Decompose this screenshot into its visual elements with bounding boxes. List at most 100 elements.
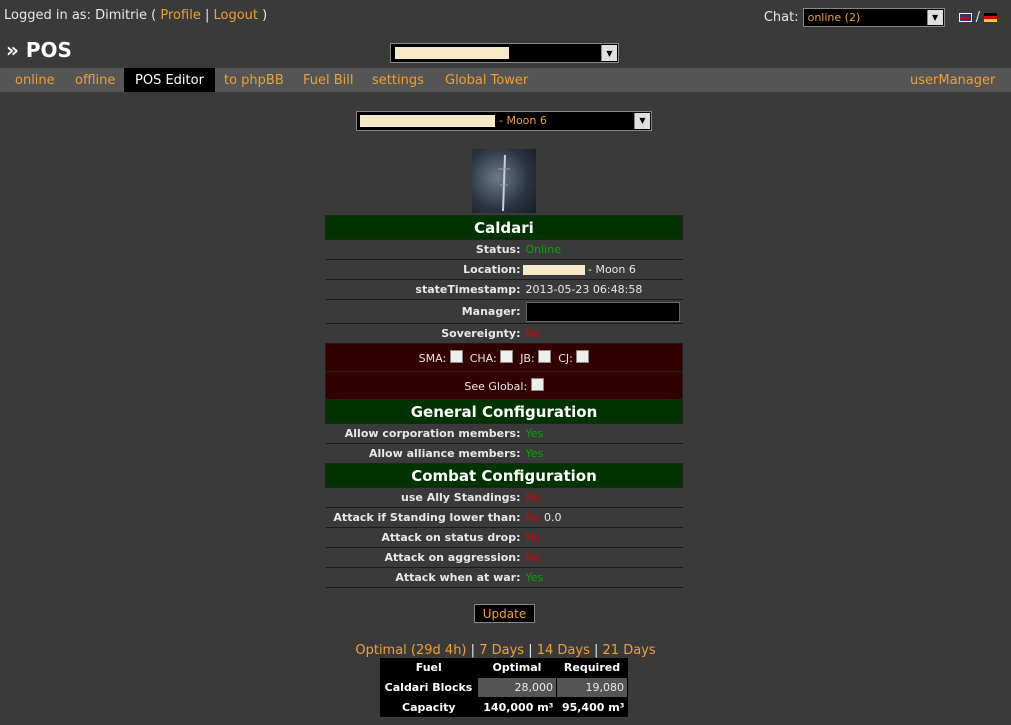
tower-icon bbox=[498, 154, 510, 212]
allow-corp-value: Yes bbox=[525, 427, 544, 440]
manager-label: Manager: bbox=[461, 305, 521, 318]
table-row: Attack if Standing lower than: No 0.0 bbox=[325, 508, 683, 528]
timestamp-value: 2013-05-23 06:48:58 bbox=[525, 283, 643, 296]
fuel-required: 19,080 bbox=[555, 677, 629, 698]
english-flag-icon[interactable] bbox=[958, 13, 972, 22]
status-value: Online bbox=[525, 243, 561, 256]
capacity-label: Capacity bbox=[380, 697, 478, 717]
table-row: Attack on aggression: No bbox=[325, 548, 683, 568]
role-cj-checkbox[interactable] bbox=[576, 350, 590, 363]
roles-row: SMA: CHA: JB: CJ: bbox=[325, 343, 683, 372]
chat-label: Chat: bbox=[763, 10, 799, 25]
14-days-link[interactable]: 14 Days bbox=[537, 643, 590, 658]
tab-pos-editor[interactable]: POS Editor bbox=[124, 68, 215, 92]
chat-area: Chat: online (2) ▼ / bbox=[764, 8, 997, 27]
logout-link[interactable]: Logout bbox=[213, 8, 258, 23]
capacity-required: 95,400 m³ bbox=[556, 697, 628, 717]
role-cj-label: CJ: bbox=[558, 352, 573, 365]
table-row: Status: Online bbox=[325, 240, 683, 260]
allow-alliance-value: Yes bbox=[525, 447, 544, 460]
standing-lower-value: No bbox=[525, 511, 541, 524]
period-separator: | bbox=[528, 643, 533, 658]
war-value: Yes bbox=[525, 571, 544, 584]
tower-details-table: Caldari Status: Online Location: - Moon … bbox=[325, 215, 683, 588]
moon-select-suffix: - Moon 6 bbox=[499, 114, 547, 127]
fuel-header: Fuel bbox=[380, 658, 478, 678]
lang-separator: / bbox=[975, 10, 980, 25]
table-row: Allow alliance members: Yes bbox=[325, 444, 683, 464]
allow-alliance-label: Allow alliance members: bbox=[369, 447, 521, 460]
main-nav: online offline POS Editor to phpBB Fuel … bbox=[0, 68, 1011, 92]
update-button[interactable]: Update bbox=[474, 604, 535, 623]
roles-cell: SMA: CHA: JB: CJ: bbox=[326, 344, 683, 372]
fuel-optimal: 28,000 bbox=[477, 677, 557, 698]
optimal-header: Optimal bbox=[477, 658, 557, 678]
timestamp-label: stateTimestamp: bbox=[415, 283, 521, 296]
table-row: Location: - Moon 6 bbox=[325, 260, 683, 280]
german-flag-icon[interactable] bbox=[984, 13, 997, 22]
page-title: » POS bbox=[6, 38, 72, 62]
table-row: Sovereignty: No bbox=[325, 324, 683, 344]
location-label: Location: bbox=[463, 263, 521, 276]
ally-standings-label: use Ally Standings: bbox=[401, 491, 521, 504]
tab-user-manager[interactable]: userManager bbox=[910, 68, 995, 92]
standing-threshold: 0.0 bbox=[543, 511, 562, 524]
role-cha-checkbox[interactable] bbox=[500, 350, 514, 363]
redacted-value bbox=[522, 265, 585, 275]
manager-cell bbox=[523, 300, 683, 324]
profile-link[interactable]: Profile bbox=[160, 8, 200, 23]
war-label: Attack when at war: bbox=[395, 571, 521, 584]
optimal-link[interactable]: Optimal (29d 4h) bbox=[355, 643, 466, 658]
ally-standings-value: No bbox=[525, 491, 541, 504]
tab-online[interactable]: online bbox=[15, 68, 55, 92]
table-row: Manager: bbox=[325, 300, 683, 324]
table-row: Capacity 140,000 m³ 95,400 m³ bbox=[380, 697, 628, 717]
redacted-value bbox=[395, 47, 509, 59]
location-value: - Moon 6 bbox=[588, 263, 636, 276]
tower-select[interactable]: ▼ bbox=[390, 43, 619, 63]
manager-input[interactable] bbox=[525, 301, 680, 322]
7-days-link[interactable]: 7 Days bbox=[479, 643, 524, 658]
see-global-label: See Global: bbox=[464, 380, 528, 393]
table-row: Caldari Blocks 28,000 19,080 bbox=[380, 677, 629, 698]
role-jb-label: JB: bbox=[520, 352, 535, 365]
moon-select[interactable]: - Moon 6 ▼ bbox=[356, 111, 652, 131]
chevron-down-icon: ▼ bbox=[634, 113, 650, 129]
role-jb-checkbox[interactable] bbox=[538, 350, 552, 363]
period-separator: | bbox=[470, 643, 476, 658]
standing-lower-cell: No 0.0 bbox=[523, 508, 683, 528]
logged-in-text: Logged in as: Dimitrie ( bbox=[4, 8, 157, 23]
table-row: use Ally Standings: No bbox=[325, 488, 683, 508]
role-sma-checkbox[interactable] bbox=[449, 350, 463, 363]
fuel-table: Fuel Optimal Required Caldari Blocks 28,… bbox=[380, 658, 629, 717]
fuel-label: Caldari Blocks bbox=[380, 677, 478, 698]
see-global-checkbox[interactable] bbox=[530, 378, 544, 391]
see-global-row: See Global: bbox=[325, 371, 683, 400]
21-days-link[interactable]: 21 Days bbox=[603, 643, 656, 658]
tab-settings[interactable]: settings bbox=[372, 68, 424, 92]
role-sma-label: SMA: bbox=[418, 352, 447, 365]
race-header: Caldari bbox=[325, 215, 683, 240]
login-info: Logged in as: Dimitrie ( Profile | Logou… bbox=[4, 8, 267, 23]
tab-fuel-bill[interactable]: Fuel Bill bbox=[303, 68, 354, 92]
fuel-period-links: Optimal (29d 4h) | 7 Days | 14 Days | 21… bbox=[0, 643, 1011, 658]
sovereignty-value: No bbox=[525, 327, 541, 340]
role-cha-label: CHA: bbox=[469, 352, 497, 365]
combat-config-header: Combat Configuration bbox=[325, 463, 683, 488]
status-drop-label: Attack on status drop: bbox=[381, 531, 521, 544]
aggression-label: Attack on aggression: bbox=[384, 551, 521, 564]
top-bar: Logged in as: Dimitrie ( Profile | Logou… bbox=[0, 0, 1011, 36]
table-row: Attack on status drop: No bbox=[325, 528, 683, 548]
table-row: Allow corporation members: Yes bbox=[325, 424, 683, 444]
standing-lower-label: Attack if Standing lower than: bbox=[333, 511, 521, 524]
tab-offline[interactable]: offline bbox=[75, 68, 115, 92]
table-row: stateTimestamp: 2013-05-23 06:48:58 bbox=[325, 280, 683, 300]
chat-select[interactable]: online (2) ▼ bbox=[802, 8, 945, 27]
chevron-down-icon: ▼ bbox=[601, 45, 617, 61]
aggression-value: No bbox=[525, 551, 541, 564]
chat-select-value: online (2) bbox=[807, 11, 861, 24]
tab-global-tower[interactable]: Global Tower bbox=[445, 68, 528, 92]
tab-to-phpbb[interactable]: to phpBB bbox=[224, 68, 284, 92]
sovereignty-label: Sovereignty: bbox=[441, 327, 521, 340]
general-config-header: General Configuration bbox=[325, 399, 683, 424]
